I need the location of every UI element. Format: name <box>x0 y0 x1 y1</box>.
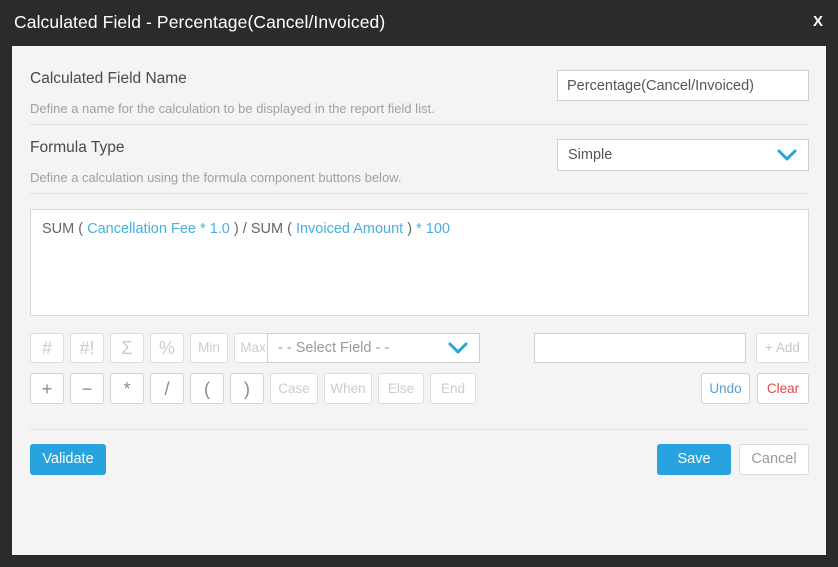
divide-button[interactable]: / <box>150 373 184 404</box>
formula-type-select[interactable]: Simple <box>557 139 809 171</box>
formula-token: ( <box>287 221 292 237</box>
percent-button: % <box>150 333 184 363</box>
field-name-label: Calculated Field Name <box>30 70 187 87</box>
else-button: Else <box>378 373 424 404</box>
chevron-down-icon <box>775 146 799 164</box>
plus-button[interactable]: + <box>30 373 64 404</box>
formula-type-help: Define a calculation using the formula c… <box>30 170 402 185</box>
formula-token: Invoiced Amount <box>295 221 404 237</box>
count-distinct-button: #! <box>70 333 104 363</box>
save-button[interactable]: Save <box>657 444 731 475</box>
formula-type-value: Simple <box>568 147 613 163</box>
formula-token: 1.0 <box>209 221 230 237</box>
select-field-dropdown[interactable]: - - Select Field - - <box>267 333 480 363</box>
count-button: # <box>30 333 64 363</box>
formula-token: SUM <box>42 221 75 237</box>
open-paren-button[interactable]: ( <box>190 373 224 404</box>
formula-token: / <box>242 221 247 237</box>
formula-token: ( <box>78 221 84 237</box>
clear-button[interactable]: Clear <box>757 373 809 404</box>
formula-token: Cancellation Fee <box>87 221 196 237</box>
min-button: Min <box>190 333 228 363</box>
validate-button[interactable]: Validate <box>30 444 106 475</box>
formula-token: 100 <box>425 221 450 237</box>
formula-expression-text: SUM ( Cancellation Fee * 1.0 ) / SUM ( I… <box>42 219 450 239</box>
formula-token: SUM <box>250 221 284 237</box>
constant-value-input[interactable] <box>534 333 746 363</box>
formula-type-label: Formula Type <box>30 139 125 156</box>
undo-button[interactable]: Undo <box>701 373 750 404</box>
close-paren-button[interactable]: ) <box>230 373 264 404</box>
cancel-button[interactable]: Cancel <box>739 444 809 475</box>
minus-button[interactable]: − <box>70 373 104 404</box>
field-name-help: Define a name for the calculation to be … <box>30 101 435 116</box>
divider-3 <box>30 429 808 430</box>
dialog-titlebar: Calculated Field - Percentage(Cancel/Inv… <box>0 0 838 46</box>
sum-button: Σ <box>110 333 144 363</box>
formula-expression-area[interactable]: SUM ( Cancellation Fee * 1.0 ) / SUM ( I… <box>30 209 809 316</box>
divider-1 <box>30 124 808 125</box>
end-button: End <box>430 373 476 404</box>
dialog-body: Calculated Field Name Define a name for … <box>12 46 826 555</box>
dialog-title: Calculated Field - Percentage(Cancel/Inv… <box>14 12 386 32</box>
calculated-field-dialog: Calculated Field - Percentage(Cancel/Inv… <box>0 0 838 567</box>
calculated-field-name-input[interactable] <box>557 70 809 101</box>
formula-token: * <box>416 221 422 237</box>
chevron-down-icon <box>446 339 470 357</box>
when-button: When <box>324 373 372 404</box>
add-button[interactable]: + Add <box>756 333 809 363</box>
divider-2 <box>30 193 808 194</box>
formula-token: * <box>200 221 206 237</box>
formula-token: ) <box>233 221 239 237</box>
multiply-button[interactable]: * <box>110 373 144 404</box>
select-field-value: - - Select Field - - <box>278 340 390 356</box>
formula-token: ) <box>407 221 413 237</box>
case-button: Case <box>270 373 318 404</box>
close-icon[interactable]: X <box>813 13 823 31</box>
